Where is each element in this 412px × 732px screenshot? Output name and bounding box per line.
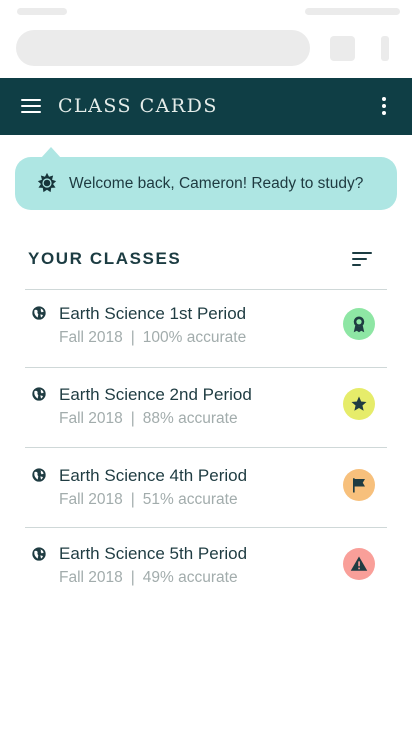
status-bar-placeholder-right: [305, 8, 400, 15]
globe-icon: [32, 547, 46, 561]
class-meta: Fall 2018 | 100% accurate: [59, 329, 246, 347]
app-title: CLASS CARDS: [58, 95, 218, 117]
app-bar: CLASS CARDS: [0, 78, 412, 135]
class-term: Fall 2018: [59, 569, 123, 586]
meta-separator: |: [130, 569, 135, 586]
globe-icon: [32, 468, 46, 482]
welcome-message: Welcome back, Cameron! Ready to study?: [69, 175, 364, 192]
class-name: Earth Science 4th Period: [59, 466, 248, 485]
overflow-menu-icon[interactable]: [378, 96, 390, 116]
class-name: Earth Science 5th Period: [59, 544, 248, 563]
sort-icon[interactable]: [352, 251, 372, 267]
list-divider: [25, 447, 387, 448]
browser-menu-placeholder: [381, 36, 389, 61]
class-accuracy: 100% accurate: [142, 329, 247, 346]
address-bar-placeholder: [16, 30, 310, 66]
class-meta: Fall 2018 | 51% accurate: [59, 491, 238, 509]
class-meta: Fall 2018 | 88% accurate: [59, 410, 238, 428]
class-name: Earth Science 2nd Period: [59, 385, 252, 404]
star-icon: [351, 396, 367, 411]
class-row-5th-period[interactable]: Earth Science 5th Period Fall 2018 | 49% a…: [25, 531, 387, 609]
tab-switcher-placeholder: [330, 36, 355, 61]
flag-badge: [343, 469, 375, 501]
class-name: Earth Science 1st Period: [59, 304, 247, 323]
class-term: Fall 2018: [59, 410, 123, 427]
hamburger-menu-icon[interactable]: [21, 98, 41, 114]
class-term: Fall 2018: [59, 491, 123, 508]
globe-icon: [32, 387, 46, 401]
class-meta: Fall 2018 | 49% accurate: [59, 569, 238, 587]
award-icon: [353, 316, 365, 333]
class-accuracy: 49% accurate: [142, 569, 238, 586]
meta-separator: |: [130, 491, 135, 508]
class-row-2nd-period[interactable]: Earth Science 2nd Period Fall 2018 | 88% a…: [25, 371, 387, 449]
list-divider: [25, 527, 387, 528]
class-row-1st-period[interactable]: Earth Science 1st Period Fall 2018 | 100% …: [25, 290, 387, 368]
class-term: Fall 2018: [59, 329, 123, 346]
star-badge: [343, 388, 375, 420]
warning-badge: [343, 548, 375, 580]
list-divider: [25, 367, 387, 368]
class-accuracy: 51% accurate: [142, 491, 238, 508]
globe-icon: [32, 306, 46, 320]
welcome-banner: Welcome back, Cameron! Ready to study?: [15, 147, 397, 210]
flag-icon: [353, 478, 365, 493]
warning-icon: [350, 556, 368, 571]
meta-separator: |: [130, 329, 135, 346]
meta-separator: |: [130, 410, 135, 427]
class-row-4th-period[interactable]: Earth Science 4th Period Fall 2018 | 51% a…: [25, 452, 387, 530]
section-title: YOUR CLASSES: [28, 249, 182, 268]
award-badge: [343, 308, 375, 340]
status-bar-placeholder-left: [17, 8, 67, 15]
class-accuracy: 88% accurate: [142, 410, 238, 427]
gear-sun-icon: [37, 172, 57, 193]
